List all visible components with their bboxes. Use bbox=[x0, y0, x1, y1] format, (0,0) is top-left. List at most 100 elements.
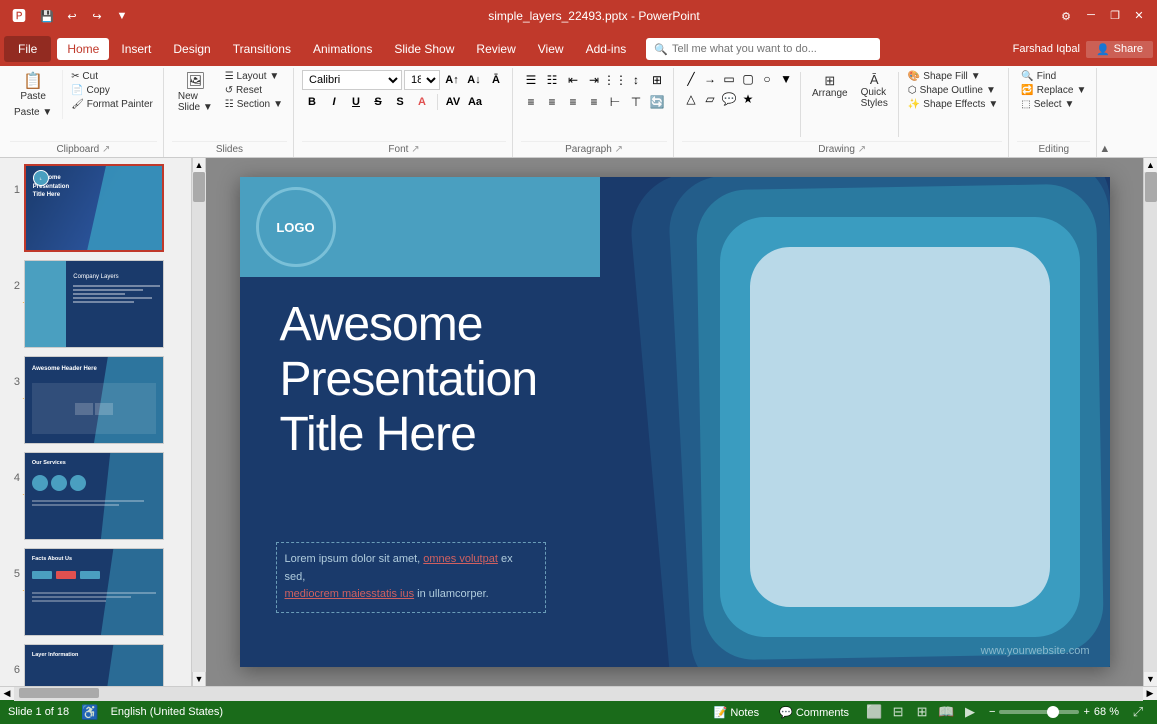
h-scroll-track[interactable] bbox=[14, 687, 1143, 701]
shape-rect-btn[interactable]: ▭ bbox=[720, 70, 738, 88]
redo-icon[interactable]: ↪ bbox=[86, 5, 108, 27]
comments-button[interactable]: 💬 Comments bbox=[773, 705, 855, 720]
undo-icon[interactable]: ↩ bbox=[61, 5, 83, 27]
search-input[interactable] bbox=[672, 43, 872, 55]
slide-item-6[interactable]: 6 Layer Information bbox=[0, 642, 191, 686]
scroll-down-arrow[interactable]: ▼ bbox=[192, 672, 206, 686]
restore-button[interactable]: ❐ bbox=[1105, 5, 1125, 25]
fit-slide-button[interactable]: ⤢ bbox=[1127, 703, 1149, 721]
insert-menu[interactable]: Insert bbox=[111, 38, 161, 60]
find-button[interactable]: 🔍 Find bbox=[1017, 70, 1090, 83]
zoom-out-icon[interactable]: − bbox=[989, 706, 995, 718]
shape-callout-btn[interactable]: 💬 bbox=[720, 90, 738, 108]
layout-button[interactable]: ☰ Layout ▼ bbox=[221, 70, 287, 83]
shadow-button[interactable]: S bbox=[390, 92, 410, 112]
transitions-menu[interactable]: Transitions bbox=[223, 38, 301, 60]
quick-styles-button[interactable]: Ā QuickStyles bbox=[856, 70, 893, 112]
font-size-select[interactable]: 18 bbox=[404, 70, 440, 90]
arrange-button[interactable]: ⊞ Arrange bbox=[806, 70, 854, 103]
section-button[interactable]: ☷ Section ▼ bbox=[221, 98, 287, 111]
columns-button[interactable]: ⋮⋮ bbox=[605, 70, 625, 90]
decrease-indent-button[interactable]: ⇤ bbox=[563, 70, 583, 90]
view-menu[interactable]: View bbox=[528, 38, 574, 60]
shape-rounded-btn[interactable]: ▢ bbox=[739, 70, 757, 88]
zoom-thumb[interactable] bbox=[1047, 706, 1059, 718]
ribbon-collapse-button[interactable]: ▲ bbox=[1099, 68, 1113, 157]
replace-button[interactable]: 🔁 Replace ▼ bbox=[1017, 84, 1090, 97]
text-align-button[interactable]: ⊤ bbox=[626, 92, 646, 112]
slide-title[interactable]: Awesome Presentation Title Here bbox=[280, 297, 538, 463]
font-color-button[interactable]: A bbox=[412, 92, 432, 112]
h-scroll-thumb[interactable] bbox=[19, 688, 99, 698]
slide-item-2[interactable]: 2 ★ Company Layers bbox=[0, 258, 191, 350]
shape-tri-btn[interactable]: △ bbox=[682, 90, 700, 108]
zoom-in-icon[interactable]: + bbox=[1083, 706, 1089, 718]
review-menu[interactable]: Review bbox=[466, 38, 525, 60]
cut-button[interactable]: ✂ Cut bbox=[67, 70, 157, 83]
increase-indent-button[interactable]: ⇥ bbox=[584, 70, 604, 90]
customize-icon[interactable]: ▼ bbox=[111, 5, 133, 27]
addins-menu[interactable]: Add-ins bbox=[576, 38, 637, 60]
line-spacing-button[interactable]: ↕ bbox=[626, 70, 646, 90]
share-button[interactable]: 👤 Share bbox=[1086, 41, 1153, 58]
shape-oval-btn[interactable]: ○ bbox=[758, 70, 776, 88]
slide-sorter-button[interactable]: ⊞ bbox=[911, 703, 933, 721]
shape-star-btn[interactable]: ★ bbox=[739, 90, 757, 108]
scroll-thumb[interactable] bbox=[193, 172, 205, 202]
smart-art-button[interactable]: ⊞ bbox=[647, 70, 667, 90]
slide-item-3[interactable]: 3 ★ Awesome Header Here bbox=[0, 354, 191, 446]
presenter-view-button[interactable]: ▶ bbox=[959, 703, 981, 721]
shape-effects-button[interactable]: ✨ Shape Effects ▼ bbox=[904, 98, 1002, 111]
right-scroll-down[interactable]: ▼ bbox=[1144, 672, 1157, 686]
scroll-track[interactable] bbox=[192, 172, 206, 672]
slide-item-1[interactable]: 1 AwesomePresentationTitle Here L bbox=[0, 162, 191, 254]
font-spacing-button[interactable]: AV bbox=[443, 92, 463, 112]
minimize-button[interactable]: ─ bbox=[1081, 5, 1101, 25]
align-center-button[interactable]: ≡ bbox=[542, 92, 562, 112]
shape-more-btn[interactable]: ▼ bbox=[777, 70, 795, 88]
shape-line-btn[interactable]: ╱ bbox=[682, 70, 700, 88]
animations-menu[interactable]: Animations bbox=[303, 38, 382, 60]
notes-button[interactable]: 📝 Notes bbox=[708, 705, 766, 720]
bold-button[interactable]: B bbox=[302, 92, 322, 112]
scroll-up-arrow[interactable]: ▲ bbox=[192, 158, 206, 172]
settings-icon[interactable]: ⚙ bbox=[1055, 5, 1077, 27]
close-button[interactable]: ✕ bbox=[1129, 5, 1149, 25]
italic-button[interactable]: I bbox=[324, 92, 344, 112]
reset-button[interactable]: ↺ Reset bbox=[221, 84, 287, 97]
align-left-button[interactable]: ≡ bbox=[521, 92, 541, 112]
select-button[interactable]: ⬚ Select ▼ bbox=[1017, 98, 1090, 111]
outline-view-button[interactable]: ⊟ bbox=[887, 703, 909, 721]
shape-outline-button[interactable]: ⬡ Shape Outline ▼ bbox=[904, 84, 1002, 97]
justify-button[interactable]: ≡ bbox=[584, 92, 604, 112]
paste-button[interactable]: 📋 Paste bbox=[13, 70, 53, 106]
right-scroll-up[interactable]: ▲ bbox=[1144, 158, 1157, 172]
font-name-select[interactable]: Calibri bbox=[302, 70, 402, 90]
copy-button[interactable]: 📄 Copy bbox=[67, 84, 157, 97]
right-scroll-track[interactable] bbox=[1144, 172, 1157, 672]
h-scroll-right[interactable]: ▶ bbox=[1143, 687, 1157, 701]
normal-view-button[interactable]: ⬜ bbox=[863, 703, 885, 721]
new-slide-button[interactable]: 🖼 NewSlide ▼ bbox=[172, 70, 219, 117]
increase-font-button[interactable]: A↑ bbox=[442, 70, 462, 90]
file-menu[interactable]: File bbox=[4, 36, 51, 62]
logo-circle[interactable]: LOGO bbox=[256, 187, 336, 267]
slideshow-menu[interactable]: Slide Show bbox=[384, 38, 464, 60]
decrease-font-button[interactable]: A↓ bbox=[464, 70, 484, 90]
shape-fill-button[interactable]: 🎨 Shape Fill ▼ bbox=[904, 70, 1002, 83]
slide-item-5[interactable]: 5 ★ Facts About Us bbox=[0, 546, 191, 638]
h-scroll-left[interactable]: ◀ bbox=[0, 687, 14, 701]
save-icon[interactable]: 💾 bbox=[36, 5, 58, 27]
zoom-slider[interactable] bbox=[999, 710, 1079, 714]
font-extra-button[interactable]: Aa bbox=[465, 92, 485, 112]
home-menu[interactable]: Home bbox=[57, 38, 109, 60]
text-direction-button[interactable]: ⊢ bbox=[605, 92, 625, 112]
design-menu[interactable]: Design bbox=[163, 38, 220, 60]
paste-dropdown[interactable]: Paste ▼ bbox=[10, 106, 56, 119]
bullet-list-button[interactable]: ☰ bbox=[521, 70, 541, 90]
shape-arrow-btn[interactable]: → bbox=[701, 70, 719, 88]
right-scroll-thumb[interactable] bbox=[1145, 172, 1157, 202]
slide-item-4[interactable]: 4 ★ Our Services bbox=[0, 450, 191, 542]
shape-parallelogram-btn[interactable]: ▱ bbox=[701, 90, 719, 108]
convert-smartart-button[interactable]: 🔄 bbox=[647, 92, 667, 112]
